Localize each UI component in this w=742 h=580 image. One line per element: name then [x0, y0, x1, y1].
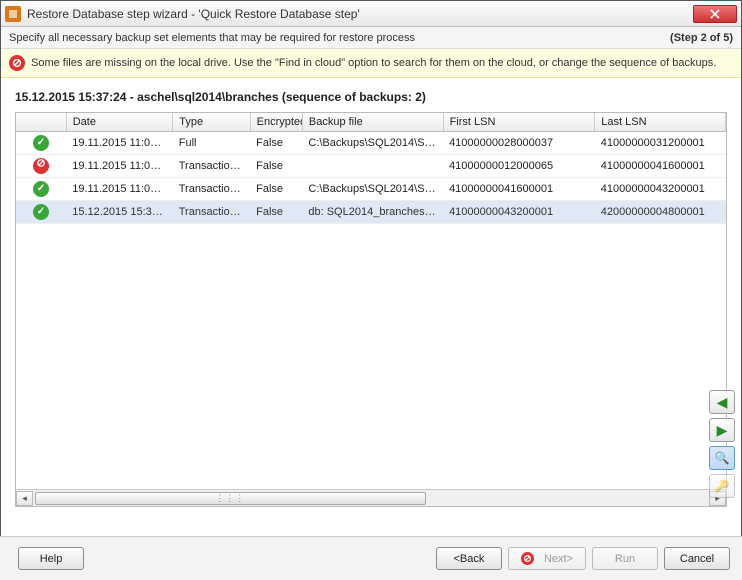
help-button[interactable]: Help — [18, 547, 84, 570]
side-button-group: ◀ ▶ 🔍 🔑 — [709, 390, 735, 498]
scroll-left-arrow[interactable]: ◂ — [16, 491, 33, 506]
close-button[interactable] — [693, 5, 737, 23]
cell-type: Full — [173, 132, 250, 155]
cell-backup-file: C:\Backups\SQL2014\SQL20... — [302, 132, 443, 155]
col-encrypted[interactable]: Encrypted — [250, 113, 302, 132]
arrow-left-icon: ◀ — [717, 394, 728, 411]
cell-date: 19.11.2015 11:01:19 — [66, 178, 173, 201]
cell-first-lsn: 41000000041600001 — [443, 178, 595, 201]
key-icon: 🔑 — [715, 479, 730, 493]
cell-first-lsn: 41000000028000037 — [443, 132, 595, 155]
cell-date: 19.11.2015 11:00:23 — [66, 132, 173, 155]
col-backup-file[interactable]: Backup file — [302, 113, 443, 132]
next-error-icon — [521, 552, 534, 565]
content-area: 15.12.2015 15:37:24 - aschel\sql2014\bra… — [1, 78, 741, 507]
magnifier-icon: 🔍 — [715, 451, 730, 465]
backup-table-container: Date Type Encrypted Backup file First LS… — [15, 112, 727, 507]
status-ok-icon: ✓ — [33, 181, 49, 197]
status-cell: ✓ — [16, 178, 66, 201]
prev-backup-button[interactable]: ◀ — [709, 390, 735, 414]
arrow-right-icon: ▶ — [717, 422, 728, 439]
cell-encrypted: False — [250, 201, 302, 224]
col-type[interactable]: Type — [173, 113, 250, 132]
cell-last-lsn: 41000000043200001 — [595, 178, 726, 201]
cell-first-lsn: 41000000012000065 — [443, 155, 595, 178]
backup-table: Date Type Encrypted Backup file First LS… — [16, 113, 726, 224]
cancel-button[interactable]: Cancel — [664, 547, 730, 570]
col-first-lsn[interactable]: First LSN — [443, 113, 595, 132]
table-row[interactable]: 19.11.2015 11:01:08TransactionLogFalse 41… — [16, 155, 726, 178]
cell-type: TransactionLog — [173, 178, 250, 201]
next-label: Next> — [544, 553, 573, 565]
run-button: Run — [592, 547, 658, 570]
warning-message: Some files are missing on the local driv… — [31, 57, 716, 69]
subtitle-bar: Specify all necessary backup set element… — [1, 27, 741, 49]
cell-encrypted: False — [250, 132, 302, 155]
cell-backup-file: C:\Backups\SQL2014\SQL20... — [302, 178, 443, 201]
app-icon — [5, 6, 21, 22]
scroll-thumb[interactable]: ⋮⋮⋮ — [35, 492, 426, 505]
cell-first-lsn: 41000000043200001 — [443, 201, 595, 224]
section-heading: 15.12.2015 15:37:24 - aschel\sql2014\bra… — [15, 90, 727, 104]
cell-encrypted: False — [250, 178, 302, 201]
cell-last-lsn: 41000000031200001 — [595, 132, 726, 155]
footer: Help <Back Next> Run Cancel — [0, 536, 742, 580]
next-button: Next> — [508, 547, 586, 570]
window-title: Restore Database step wizard - 'Quick Re… — [27, 7, 693, 21]
status-ok-icon: ✓ — [33, 135, 49, 151]
table-row[interactable]: ✓ 19.11.2015 11:01:19TransactionLogFalseC… — [16, 178, 726, 201]
warning-bar: Some files are missing on the local driv… — [1, 49, 741, 78]
cell-last-lsn: 42000000004800001 — [595, 201, 726, 224]
titlebar: Restore Database step wizard - 'Quick Re… — [1, 1, 741, 27]
table-header-row: Date Type Encrypted Backup file First LS… — [16, 113, 726, 132]
cell-type: TransactionLog — [173, 155, 250, 178]
encryption-key-button: 🔑 — [709, 474, 735, 498]
subtitle-text: Specify all necessary backup set element… — [9, 32, 670, 44]
next-backup-button[interactable]: ▶ — [709, 418, 735, 442]
horizontal-scrollbar[interactable]: ◂ ⋮⋮⋮ ▸ — [16, 489, 726, 506]
col-date[interactable]: Date — [66, 113, 173, 132]
cell-date: 19.11.2015 11:01:08 — [66, 155, 173, 178]
table-row[interactable]: ✓ 15.12.2015 15:37:24TransactionLogFalsed… — [16, 201, 726, 224]
cell-encrypted: False — [250, 155, 302, 178]
back-button[interactable]: <Back — [436, 547, 502, 570]
warning-icon — [9, 55, 25, 71]
status-cell — [16, 155, 66, 178]
cell-backup-file: db: SQL2014_branches_Tra... — [302, 201, 443, 224]
status-error-icon — [33, 158, 49, 174]
cell-date: 15.12.2015 15:37:24 — [66, 201, 173, 224]
table-row[interactable]: ✓ 19.11.2015 11:00:23FullFalseC:\Backups\… — [16, 132, 726, 155]
cell-backup-file — [302, 155, 443, 178]
col-last-lsn[interactable]: Last LSN — [595, 113, 726, 132]
cell-type: TransactionLog — [173, 201, 250, 224]
status-cell: ✓ — [16, 201, 66, 224]
step-indicator: (Step 2 of 5) — [670, 32, 733, 44]
find-in-cloud-button[interactable]: 🔍 — [709, 446, 735, 470]
col-status[interactable] — [16, 113, 66, 132]
cell-last-lsn: 41000000041600001 — [595, 155, 726, 178]
status-cell: ✓ — [16, 132, 66, 155]
status-ok-icon: ✓ — [33, 204, 49, 220]
